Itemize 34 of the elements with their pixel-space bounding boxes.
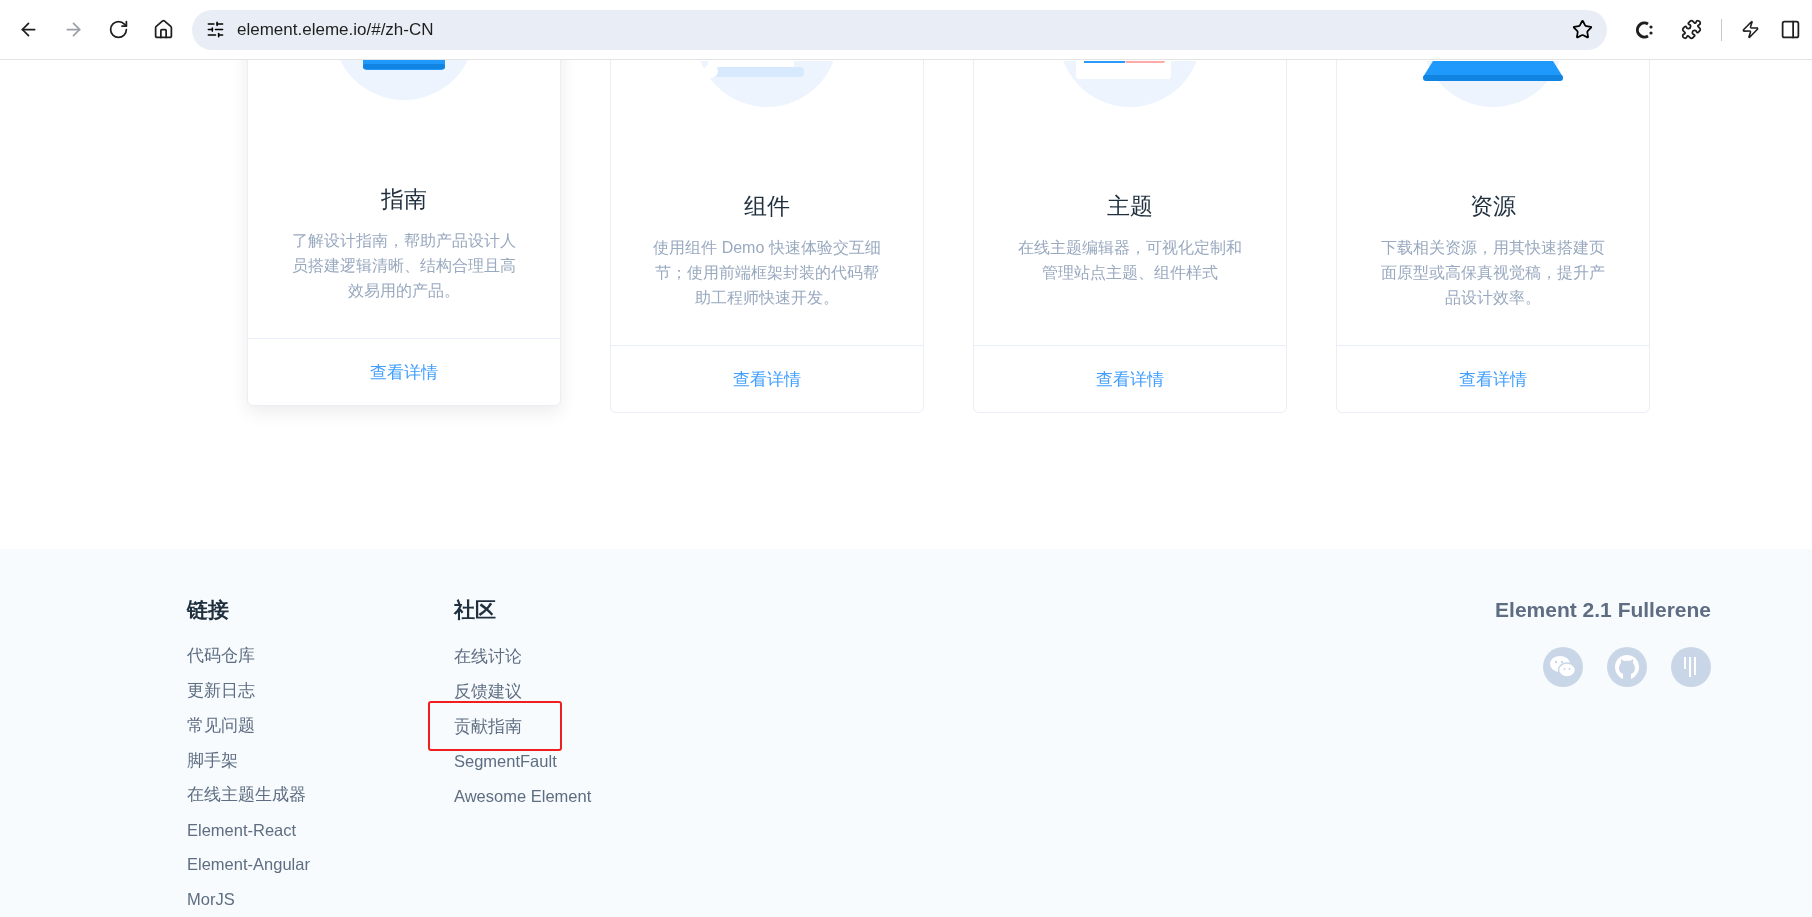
card-description: 了解设计指南，帮助产品设计人员搭建逻辑清晰、结构合理且高效易用的产品。 bbox=[291, 231, 517, 301]
house-icon bbox=[152, 19, 174, 40]
card-title: 组件 bbox=[744, 192, 790, 221]
footer-heading: 链接 bbox=[187, 598, 230, 622]
footer-link[interactable]: Element-React bbox=[187, 820, 297, 840]
card-title: 资源 bbox=[1470, 192, 1516, 221]
footer-link[interactable]: 反馈建议 bbox=[454, 680, 522, 703]
footer-link[interactable]: Awesome Element bbox=[454, 787, 592, 806]
site-settings-icon[interactable] bbox=[206, 20, 225, 39]
url-text: element.eleme.io/#/zh-CN bbox=[237, 19, 435, 40]
card-description: 下载相关资源，用其快速搭建页面原型或高保真视觉稿，提升产品设计效率。 bbox=[1380, 238, 1606, 308]
details-link[interactable]: 查看详情 bbox=[733, 367, 801, 391]
circular-arrow-icon bbox=[107, 19, 129, 40]
details-link[interactable]: 查看详情 bbox=[1459, 367, 1527, 391]
address-bar[interactable]: element.eleme.io/#/zh-CN bbox=[192, 9, 1607, 50]
footer-link[interactable]: MorJS bbox=[187, 890, 235, 910]
card-title: 主题 bbox=[1107, 192, 1153, 221]
details-link[interactable]: 查看详情 bbox=[370, 360, 438, 384]
footer-link[interactable]: 代码仓库 bbox=[187, 645, 255, 668]
card-title: 指南 bbox=[381, 185, 427, 214]
footer-link[interactable]: Element-Angular bbox=[187, 855, 310, 875]
footer-link[interactable]: 更新日志 bbox=[187, 680, 255, 703]
footer-link[interactable]: 脚手架 bbox=[187, 749, 238, 772]
details-link[interactable]: 查看详情 bbox=[1096, 367, 1164, 391]
footer-link[interactable]: 在线主题生成器 bbox=[187, 784, 306, 807]
footer-link[interactable]: 常见问题 bbox=[187, 714, 255, 737]
card-description: 在线主题编辑器，可视化定制和管理站点主题、组件样式 bbox=[1017, 238, 1243, 283]
version-title: Element 2.1 Fullerene bbox=[1495, 598, 1711, 622]
bookmark-star-icon[interactable] bbox=[1572, 19, 1593, 40]
footer-link[interactable]: SegmentFault bbox=[454, 752, 557, 771]
card-description: 使用组件 Demo 快速体验交互细节；使用前端框架封装的代码帮助工程师快速开发。 bbox=[652, 238, 882, 308]
footer-link[interactable]: 贡献指南 bbox=[454, 715, 522, 738]
footer-link[interactable]: 在线讨论 bbox=[454, 645, 522, 668]
footer-heading: 社区 bbox=[454, 598, 497, 622]
